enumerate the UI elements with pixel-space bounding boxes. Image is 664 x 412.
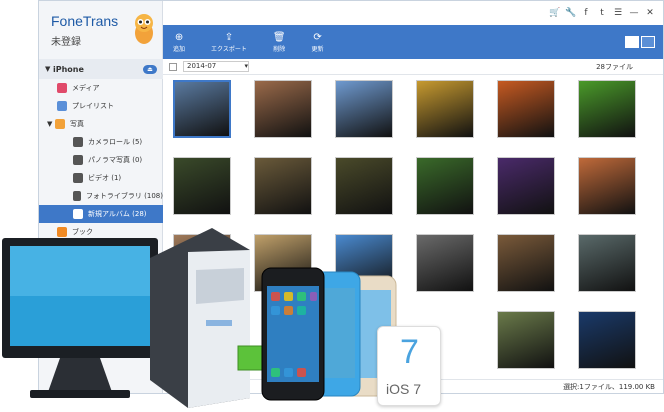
- selection-info: 選択:1ファイル、119.00 KB: [563, 382, 655, 391]
- photo-thumbnail[interactable]: [497, 311, 555, 369]
- sidebar-item-label: カメラロール (5): [88, 138, 143, 146]
- photo-thumbnail[interactable]: [578, 80, 636, 138]
- sidebar-item-label: 連絡先: [72, 246, 93, 254]
- photo-thumbnail[interactable]: [254, 157, 312, 215]
- select-all-checkbox[interactable]: [169, 62, 177, 71]
- photo-thumbnail[interactable]: [497, 157, 555, 215]
- sidebar-item[interactable]: 連絡先: [39, 241, 163, 259]
- photo-thumbnail[interactable]: [416, 157, 474, 215]
- sidebar-item-label: ブック: [72, 228, 93, 236]
- photo-thumbnail[interactable]: [497, 234, 555, 292]
- sidebar-item[interactable]: プレイリスト: [39, 97, 163, 115]
- sidebar-item-label: 写真: [70, 120, 84, 128]
- title-bar: 🛒 🔧 f t ☰ — ✕: [163, 1, 663, 25]
- trash-icon: 🗑: [272, 31, 286, 43]
- twitter-icon[interactable]: t: [597, 8, 607, 18]
- sidebar-item[interactable]: 新規アルバム (28): [39, 205, 163, 223]
- export-button[interactable]: ⇪ エクスポート: [211, 32, 247, 53]
- expand-triangle-icon[interactable]: ▼: [45, 65, 53, 73]
- close-icon[interactable]: ✕: [645, 8, 655, 18]
- photo-thumbnail[interactable]: [254, 234, 312, 292]
- file-count: 28ファイル: [596, 62, 633, 71]
- sidebar-item-label: 新規アルバム (28): [88, 210, 147, 218]
- photo-thumbnail[interactable]: [335, 234, 393, 292]
- sidebar-item[interactable]: フォトライブラリ (108): [39, 187, 163, 205]
- filter-bar: 2014-07 ▾ 28ファイル: [163, 59, 663, 75]
- folder-icon: [73, 137, 83, 147]
- chat-icon[interactable]: ☰: [613, 8, 623, 18]
- photos-icon: [55, 119, 65, 129]
- delete-button[interactable]: 🗑 削除: [273, 32, 286, 53]
- sidebar-item-label: パノラマ写真 (0): [88, 156, 143, 164]
- minimize-icon[interactable]: —: [629, 8, 639, 18]
- ios7-label: iOS 7: [386, 381, 422, 397]
- refresh-label: 更新: [311, 45, 324, 53]
- album-icon: [73, 209, 83, 219]
- sidebar-item-label: メディア: [72, 84, 100, 92]
- add-button[interactable]: ⊕ 追加: [173, 32, 185, 53]
- brand: FoneTrans 未登録: [51, 13, 118, 48]
- registration-status: 未登録: [51, 37, 81, 48]
- photo-thumbnail[interactable]: [173, 157, 231, 215]
- photo-thumbnail[interactable]: [578, 311, 636, 369]
- photo-thumbnail[interactable]: [335, 80, 393, 138]
- sidebar-item[interactable]: ▼ 写真: [39, 115, 163, 133]
- photo-thumbnail[interactable]: [416, 234, 474, 292]
- app-title: FoneTrans: [51, 13, 119, 29]
- sidebar-item-label: フォトライブラリ (108): [85, 192, 163, 200]
- sidebar-item[interactable]: ブック: [39, 223, 163, 241]
- toolbar: ⊕ 追加 ⇪ エクスポート 🗑 削除 ⟳ 更新: [163, 25, 663, 59]
- photo-thumbnail[interactable]: [254, 80, 312, 138]
- sidebar-item[interactable]: メディア: [39, 79, 163, 97]
- photo-thumbnail[interactable]: [497, 80, 555, 138]
- date-value: 2014-07: [187, 62, 217, 70]
- eject-icon[interactable]: ⏏: [143, 64, 157, 74]
- storage-info: 5 MB: [279, 382, 297, 391]
- cart-icon[interactable]: 🛒: [549, 8, 560, 18]
- refresh-button[interactable]: ⟳ 更新: [312, 32, 324, 53]
- photo-thumbnail[interactable]: [335, 157, 393, 215]
- facebook-icon[interactable]: f: [581, 8, 591, 18]
- grid-view-icon[interactable]: [625, 36, 639, 48]
- sidebar-item-label: プレイリスト: [72, 102, 114, 110]
- sidebar-item[interactable]: ビデオ (1): [39, 169, 163, 187]
- sidebar-item-label: ビデオ (1): [88, 174, 122, 182]
- list-view-icon[interactable]: [641, 36, 655, 48]
- folder-icon: [73, 191, 81, 201]
- photo-thumbnail[interactable]: [173, 234, 231, 292]
- view-toggle: [625, 36, 655, 48]
- device-label: iPhone: [53, 64, 84, 74]
- refresh-icon: ⟳: [313, 31, 322, 43]
- delete-label: 削除: [273, 45, 286, 53]
- mascot-icon: [135, 14, 153, 44]
- book-icon: [57, 227, 67, 237]
- ios7-number: 7: [400, 333, 419, 371]
- contacts-icon: [57, 245, 67, 255]
- device-tree: ▼ iPhone ⏏ メディアプレイリスト ▼ 写真カメラロール (5) パノラマ写真…: [39, 59, 163, 259]
- key-icon[interactable]: 🔧: [565, 8, 576, 18]
- date-select[interactable]: 2014-07 ▾: [183, 61, 249, 72]
- sidebar-item[interactable]: カメラロール (5): [39, 133, 163, 151]
- add-icon: ⊕: [174, 31, 184, 43]
- folder-icon: [73, 155, 83, 165]
- folder-icon: [73, 173, 83, 183]
- photo-thumbnail[interactable]: [578, 234, 636, 292]
- device-iphone[interactable]: ▼ iPhone ⏏: [39, 59, 163, 79]
- sidebar: FoneTrans 未登録 ▼ iPhone ⏏ メディアプレイリスト ▼ 写真カメ…: [39, 1, 163, 393]
- export-label: エクスポート: [211, 45, 247, 53]
- photo-thumbnail[interactable]: [578, 157, 636, 215]
- export-icon: ⇪: [224, 31, 234, 43]
- ios7-badge: 7 iOS 7: [377, 326, 441, 406]
- expand-triangle-icon[interactable]: ▼: [47, 120, 55, 128]
- sidebar-item[interactable]: パノラマ写真 (0): [39, 151, 163, 169]
- add-label: 追加: [173, 45, 186, 53]
- music-icon: [57, 83, 67, 93]
- chevron-down-icon: ▾: [244, 62, 248, 70]
- photo-thumbnail[interactable]: [416, 80, 474, 138]
- playlist-icon: [57, 101, 67, 111]
- photo-thumbnail[interactable]: [173, 80, 231, 138]
